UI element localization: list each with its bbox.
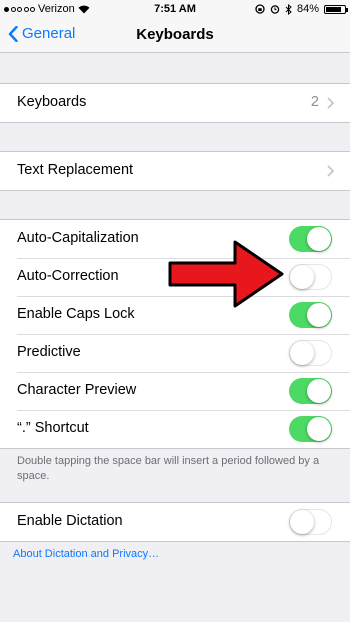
predictive-toggle[interactable]	[289, 340, 332, 366]
alarm-icon	[270, 5, 280, 14]
text-replacement-group: Text Replacement	[0, 151, 350, 191]
enable-caps-lock-label: Enable Caps Lock	[17, 306, 135, 322]
about-dictation-link[interactable]: About Dictation and Privacy…	[13, 548, 159, 560]
keyboards-row[interactable]: Keyboards 2	[0, 84, 350, 122]
predictive-label: Predictive	[17, 344, 81, 360]
keyboards-label: Keyboards	[17, 94, 87, 110]
enable-caps-lock-toggle[interactable]	[289, 302, 332, 328]
auto-correction-toggle[interactable]	[289, 264, 332, 290]
character-preview-label: Character Preview	[17, 382, 137, 398]
keyboards-group: Keyboards 2	[0, 83, 350, 123]
character-preview-row: Character Preview	[0, 372, 350, 410]
battery-icon	[324, 4, 348, 14]
page-title: Keyboards	[136, 26, 214, 43]
red-arrow-annotation	[168, 240, 284, 308]
period-shortcut-label: “.” Shortcut	[17, 420, 89, 436]
enable-dictation-row: Enable Dictation	[0, 503, 350, 541]
auto-correction-label: Auto-Correction	[17, 268, 119, 284]
battery-percent: 84%	[296, 3, 319, 15]
status-bar: Verizon 7:51 AM 84%	[0, 0, 350, 18]
bluetooth-icon	[285, 3, 292, 15]
enable-dictation-toggle[interactable]	[289, 509, 332, 535]
chevron-right-icon	[327, 165, 334, 177]
dictation-group: Enable Dictation	[0, 502, 350, 542]
auto-capitalization-label: Auto-Capitalization	[17, 230, 139, 246]
predictive-row: Predictive	[0, 334, 350, 372]
chevron-right-icon	[327, 97, 334, 109]
period-shortcut-row: “.” Shortcut	[0, 410, 350, 448]
enable-dictation-label: Enable Dictation	[17, 513, 123, 529]
auto-capitalization-toggle[interactable]	[289, 226, 332, 252]
shortcut-footer-note: Double tapping the space bar will insert…	[17, 455, 320, 482]
rotation-lock-icon	[255, 4, 265, 14]
text-replacement-row[interactable]: Text Replacement	[0, 152, 350, 190]
period-shortcut-toggle[interactable]	[289, 416, 332, 442]
keyboards-count: 2	[310, 94, 319, 110]
character-preview-toggle[interactable]	[289, 378, 332, 404]
navigation-bar: General Keyboards	[0, 18, 350, 53]
text-replacement-label: Text Replacement	[17, 162, 134, 178]
